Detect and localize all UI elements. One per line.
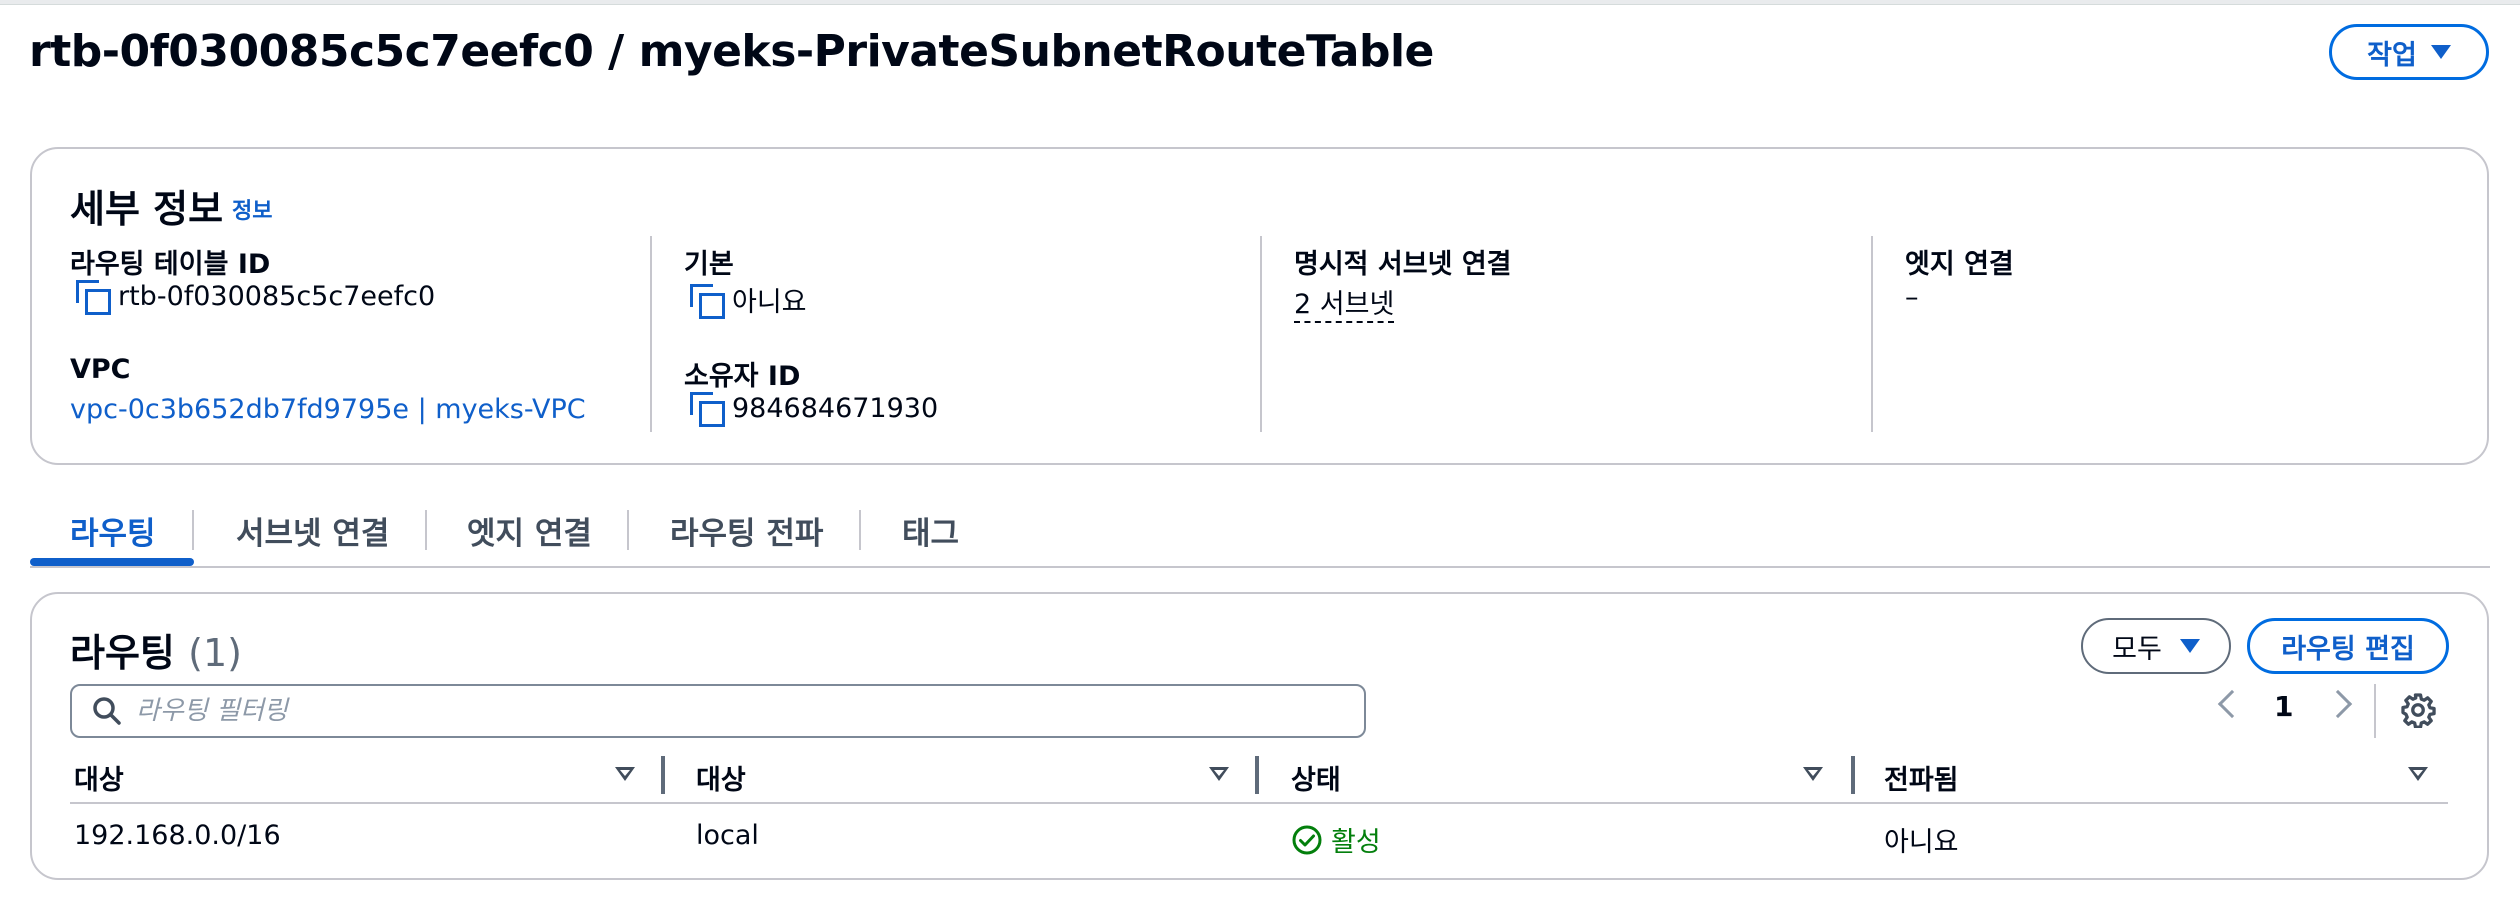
tab-tags[interactable]: 태그 — [902, 508, 959, 553]
route-filter-dropdown[interactable]: 모두 — [2081, 618, 2231, 674]
sort-icon[interactable] — [1209, 767, 1229, 781]
details-column-1: 라우팅 테이블 ID rtb-0f030085c5c7eefc0 VPC vpc… — [70, 236, 680, 432]
edge-association-value: – — [1905, 282, 1919, 313]
success-check-icon — [1292, 825, 1322, 854]
search-icon — [93, 697, 121, 725]
actions-button-label: 작업 — [2367, 39, 2417, 71]
route-search-input[interactable] — [136, 696, 1316, 726]
column-resize-handle[interactable] — [661, 756, 665, 794]
column-resize-handle[interactable] — [1851, 756, 1855, 794]
tab-edge-associations[interactable]: 엣지 연결 — [467, 508, 592, 553]
info-link[interactable]: 정보 — [232, 193, 272, 225]
sort-icon[interactable] — [1803, 767, 1823, 781]
vpc-label: VPC — [70, 354, 131, 385]
tab-route-propagation[interactable]: 라우팅 전파 — [670, 508, 823, 553]
details-column-4: 엣지 연결 – — [1871, 236, 2481, 432]
routes-title-text: 라우팅 — [70, 631, 175, 675]
column-resize-handle[interactable] — [1255, 756, 1259, 794]
page-number[interactable]: 1 — [2274, 690, 2293, 723]
route-search — [70, 684, 1366, 738]
column-header-destination[interactable]: 대상 — [74, 758, 124, 797]
owner-id-value: 984684671930 — [690, 392, 939, 427]
tab-subnet-associations[interactable]: 서브넷 연결 — [236, 508, 389, 553]
routes-title: 라우팅 (1) — [70, 622, 242, 677]
route-filter-label: 모두 — [2112, 633, 2162, 665]
settings-gear-icon[interactable] — [2400, 692, 2436, 728]
route-status-text: 활성 — [1331, 827, 1381, 858]
caret-down-icon — [2430, 45, 2451, 59]
main-value-text: 아니요 — [732, 287, 807, 318]
column-header-propagated[interactable]: 전파됨 — [1884, 758, 1959, 797]
tab-divider — [859, 510, 861, 550]
main-label: 기본 — [684, 249, 734, 280]
route-status: 활성 — [1291, 820, 1381, 859]
column-header-status[interactable]: 상태 — [1291, 758, 1341, 797]
copy-icon[interactable] — [690, 283, 725, 319]
pager-divider — [2374, 684, 2376, 738]
actions-button[interactable]: 작업 — [2329, 24, 2489, 80]
route-target: local — [696, 820, 759, 851]
route-table-id-text: rtb-0f030085c5c7eefc0 — [118, 280, 436, 312]
owner-id-label: 소유자 ID — [684, 361, 801, 392]
copy-icon[interactable] — [76, 280, 111, 315]
column-header-target[interactable]: 대상 — [696, 758, 746, 797]
sort-icon[interactable] — [2408, 767, 2428, 781]
edit-routes-label: 라우팅 편집 — [2281, 633, 2415, 665]
explicit-subnet-label: 명시적 서브넷 연결 — [1294, 249, 1512, 280]
edit-routes-button[interactable]: 라우팅 편집 — [2247, 618, 2449, 674]
page-title: rtb-0f030085c5c7eefc0 / myeks-PrivateSub… — [29, 26, 1434, 77]
route-table-id-value: rtb-0f030085c5c7eefc0 — [76, 280, 436, 315]
tab-divider — [192, 510, 194, 550]
route-table-id-label: 라우팅 테이블 ID — [70, 249, 271, 280]
edge-association-label: 엣지 연결 — [1905, 249, 2014, 280]
tab-divider — [627, 510, 629, 550]
details-title: 세부 정보 — [70, 187, 224, 231]
vpc-link[interactable]: vpc-0c3b652db7fd9795e | myeks-VPC — [70, 394, 586, 425]
tab-bar: 라우팅 서브넷 연결 엣지 연결 라우팅 전파 태그 — [30, 500, 2490, 568]
top-border — [0, 0, 2520, 5]
caret-down-icon — [2179, 639, 2200, 653]
explicit-subnet-value[interactable]: 2 서브넷 — [1294, 282, 1395, 323]
active-tab-indicator — [30, 558, 194, 566]
owner-id-text: 984684671930 — [732, 392, 939, 424]
routes-count: (1) — [188, 631, 242, 675]
route-propagated: 아니요 — [1884, 827, 1959, 858]
main-value: 아니요 — [690, 280, 807, 319]
copy-icon[interactable] — [690, 392, 725, 427]
tab-routes[interactable]: 라우팅 — [70, 508, 156, 553]
details-column-3: 명시적 서브넷 연결 2 서브넷 — [1260, 236, 1870, 432]
sort-icon[interactable] — [615, 767, 635, 781]
details-column-2: 기본 아니요 소유자 ID 984684671930 — [650, 236, 1260, 432]
tab-divider — [425, 510, 427, 550]
route-destination: 192.168.0.0/16 — [74, 820, 281, 851]
explicit-subnet-text: 2 서브넷 — [1294, 282, 1395, 323]
table-header-divider — [70, 802, 2448, 804]
